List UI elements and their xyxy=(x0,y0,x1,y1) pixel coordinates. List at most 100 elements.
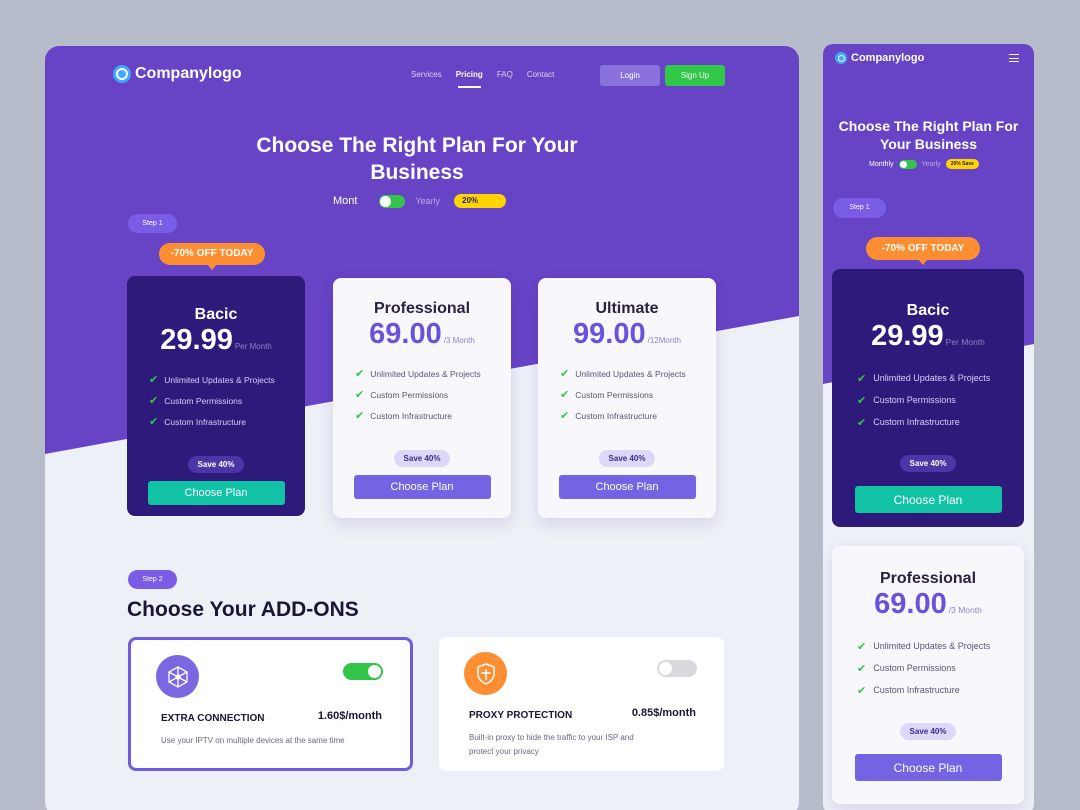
shield-icon xyxy=(464,652,507,695)
nav-link-pricing[interactable]: Pricing xyxy=(456,70,483,88)
toggle-knob xyxy=(380,195,392,207)
feature-item: ✔ Custom Permissions xyxy=(857,389,1024,411)
main-nav: Services Pricing FAQ Contact xyxy=(411,70,568,88)
check-icon: ✔ xyxy=(149,395,159,407)
login-button[interactable]: Login xyxy=(600,65,660,86)
check-icon: ✔ xyxy=(355,389,365,401)
mobile-plan-card-professional: Professional 69.00 /3 Month ✔ Unlimited U… xyxy=(832,546,1024,804)
check-icon: ✔ xyxy=(560,410,570,422)
check-icon: ✔ xyxy=(560,368,570,380)
feature-label: Custom Permissions xyxy=(873,395,956,405)
plan-name: Professional xyxy=(373,300,471,317)
save-badge: Save 40% xyxy=(899,723,957,740)
feature-item: ✔ Custom Permissions xyxy=(355,384,511,405)
monthly-label: Monthly xyxy=(869,160,894,168)
mobile-frame: Companylogo Choose The Right Plan For Yo… xyxy=(823,44,1034,810)
mobile-plan-card-basic: Bacic 29.99 Per Month ✔ Unlimited Updates… xyxy=(832,269,1024,527)
plan-period: /3 Month xyxy=(443,336,475,345)
plan-card-ultimate: Ultimate 99.00 /12Month ✔ Unlimited Updat… xyxy=(538,278,716,518)
mobile-company-logo[interactable]: Companylogo xyxy=(835,52,924,64)
feature-item: ✔ Custom Infrastructure xyxy=(149,411,305,432)
feature-label: Custom Infrastructure xyxy=(873,417,960,427)
choose-plan-button[interactable]: Choose Plan xyxy=(147,481,285,505)
check-icon: ✔ xyxy=(857,662,867,675)
check-icon: ✔ xyxy=(560,389,570,401)
plan-name: Bacic xyxy=(906,302,950,319)
addon-description: Built-in proxy to hide the traffic to yo… xyxy=(469,733,634,756)
addon-toggle[interactable] xyxy=(657,660,697,677)
feature-label: Unlimited Updates & Projects xyxy=(164,374,275,385)
plan-card-basic: Bacic 29.99 Per Month ✔ Unlimited Updates… xyxy=(127,276,305,516)
addon-card-proxy-protection[interactable]: PROXY PROTECTION 0.85$/month Built-in pr… xyxy=(439,637,724,771)
feature-label: Custom Permissions xyxy=(370,389,449,400)
feature-item: ✔ Unlimited Updates & Projects xyxy=(857,367,1024,389)
billing-toggle[interactable] xyxy=(379,194,406,208)
discount-badge: 20% Save xyxy=(945,159,979,169)
plan-price: 69.00 xyxy=(874,588,947,620)
feature-list: ✔ Unlimited Updates & Projects ✔ Custom Pe… xyxy=(560,363,716,426)
check-icon: ✔ xyxy=(857,394,867,407)
feature-label: Unlimited Updates & Projects xyxy=(873,641,991,651)
feature-label: Custom Infrastructure xyxy=(164,416,246,427)
nav-link-faq[interactable]: FAQ xyxy=(497,70,513,79)
feature-label: Unlimited Updates & Projects xyxy=(575,368,686,379)
desktop-frame: Companylogo Services Pricing FAQ Contact… xyxy=(45,46,799,810)
feature-item: ✔ Custom Permissions xyxy=(560,384,716,405)
addon-price: 1.60$/month xyxy=(317,710,382,722)
logo-text: Companylogo xyxy=(135,65,242,82)
toggle-knob xyxy=(368,665,381,678)
addons-title: Choose Your ADD-ONS xyxy=(127,598,359,621)
mobile-offer-badge: -70% OFF TODAY xyxy=(866,237,980,265)
choose-plan-button[interactable]: Choose Plan xyxy=(854,754,1002,781)
feature-item: ✔ Unlimited Updates & Projects xyxy=(560,363,716,384)
feature-item: ✔ Custom Infrastructure xyxy=(560,405,716,426)
hamburger-menu-icon[interactable] xyxy=(1009,54,1019,62)
choose-plan-button[interactable]: Choose Plan xyxy=(558,475,696,499)
step-1-badge: Step 1 xyxy=(128,214,177,233)
plan-name: Professional xyxy=(879,570,977,587)
plan-price: 99.00 xyxy=(573,318,646,350)
feature-label: Unlimited Updates & Projects xyxy=(873,373,991,383)
plan-price: 29.99 xyxy=(871,320,944,352)
choose-plan-button[interactable]: Choose Plan xyxy=(353,475,491,499)
check-icon: ✔ xyxy=(355,410,365,422)
mobile-step-1-badge: Step 1 xyxy=(833,198,886,218)
offer-badge: -70% OFF TODAY xyxy=(159,243,265,270)
plan-card-professional: Professional 69.00 /3 Month ✔ Unlimited U… xyxy=(333,278,511,518)
nav-link-services[interactable]: Services xyxy=(411,70,442,79)
step-2-badge: Step 2 xyxy=(128,570,177,589)
plan-period: Per Month xyxy=(234,342,272,351)
feature-label: Custom Infrastructure xyxy=(575,410,657,421)
logo-icon xyxy=(113,65,131,83)
feature-list: ✔ Unlimited Updates & Projects ✔ Custom Pe… xyxy=(355,363,511,426)
addon-toggle[interactable] xyxy=(343,663,383,680)
plan-name: Ultimate xyxy=(595,300,659,317)
plan-period: /12Month xyxy=(647,336,681,345)
logo-icon xyxy=(835,52,847,64)
check-icon: ✔ xyxy=(857,684,867,697)
signup-button[interactable]: Sign Up xyxy=(665,65,725,86)
feature-list: ✔ Unlimited Updates & Projects ✔ Custom Pe… xyxy=(857,367,1024,433)
feature-label: Unlimited Updates & Projects xyxy=(370,368,481,379)
feature-item: ✔ Unlimited Updates & Projects xyxy=(149,369,305,390)
network-icon xyxy=(156,655,199,698)
billing-toggle[interactable] xyxy=(898,159,917,169)
choose-plan-button[interactable]: Choose Plan xyxy=(854,486,1002,513)
company-logo[interactable]: Companylogo xyxy=(113,65,242,83)
save-badge: Save 40% xyxy=(899,455,957,472)
page-title: Choose The Right Plan For Your Business xyxy=(256,134,578,184)
check-icon: ✔ xyxy=(857,372,867,385)
plan-price: 69.00 xyxy=(369,318,442,350)
mobile-page-title: Choose The Right Plan For Your Business xyxy=(838,118,1019,152)
yearly-label: Yearly xyxy=(921,160,941,168)
addon-card-extra-connection[interactable]: EXTRA CONNECTION 1.60$/month Use your IP… xyxy=(128,637,413,771)
nav-link-contact[interactable]: Contact xyxy=(527,70,555,79)
plan-price-row: 29.99 Per Month xyxy=(127,324,305,357)
plan-name: Bacic xyxy=(194,306,238,323)
monthly-label: Mont xyxy=(333,195,358,207)
save-badge: Save 40% xyxy=(393,450,451,467)
save-badge: Save 40% xyxy=(187,456,245,473)
feature-item: ✔ Custom Permissions xyxy=(857,657,1024,679)
yearly-label: Yearly xyxy=(415,196,441,206)
feature-list: ✔ Unlimited Updates & Projects ✔ Custom Pe… xyxy=(149,369,305,432)
